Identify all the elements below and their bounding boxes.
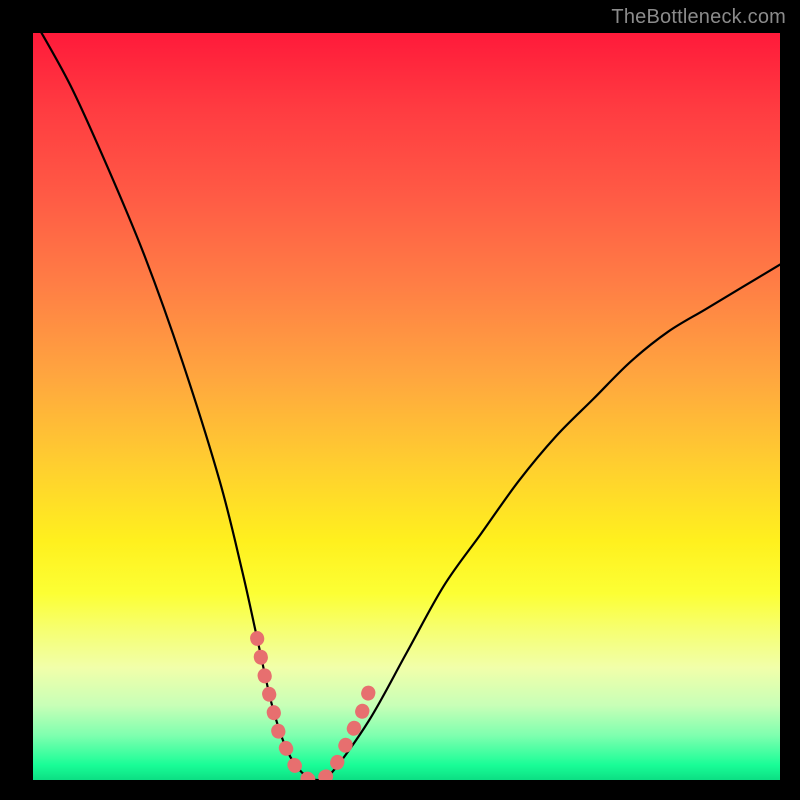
bottleneck-curve bbox=[33, 33, 780, 780]
plot-area bbox=[33, 33, 780, 780]
curve-layer bbox=[33, 33, 780, 780]
highlight-markers bbox=[257, 638, 369, 780]
watermark-text: TheBottleneck.com bbox=[611, 6, 786, 29]
chart-frame: TheBottleneck.com bbox=[0, 0, 800, 800]
